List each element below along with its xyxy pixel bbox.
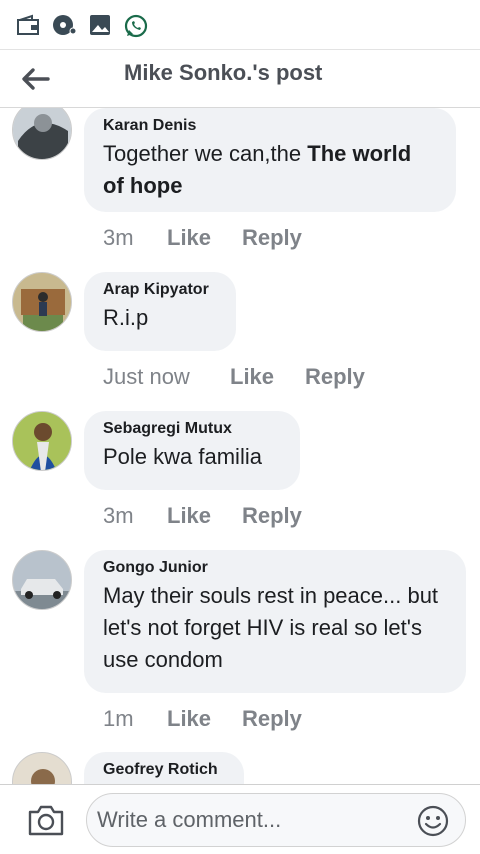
arrow-left-icon[interactable] [20, 66, 50, 92]
reply-button[interactable]: Reply [305, 364, 365, 390]
avatar[interactable] [12, 752, 72, 784]
comment-author[interactable]: Arap Kipyator [103, 280, 216, 300]
avatar[interactable] [12, 108, 72, 160]
comment-author[interactable]: Geofrey Rotich [103, 760, 224, 780]
wallet-icon [17, 14, 39, 35]
disc-icon [53, 15, 76, 35]
reply-button[interactable]: Reply [242, 706, 302, 732]
comment-text: May their souls rest in peace... but let… [103, 583, 439, 672]
comment-author[interactable]: Karan Denis [103, 116, 436, 136]
comment-input[interactable] [97, 802, 397, 838]
smiley-icon[interactable] [417, 805, 449, 837]
like-button[interactable]: Like [167, 503, 211, 529]
comment-input-box[interactable] [86, 793, 466, 847]
comment-time: 1m [103, 706, 134, 731]
comment-bubble[interactable]: Geofrey Rotich [84, 752, 244, 784]
status-bar [0, 0, 480, 50]
comment-time: Just now [103, 364, 190, 389]
comment-bubble[interactable]: Sebagregi Mutux Pole kwa familia [84, 411, 300, 490]
like-button[interactable]: Like [230, 364, 274, 390]
whatsapp-icon [124, 14, 148, 38]
avatar[interactable] [12, 550, 72, 610]
comment-author[interactable]: Gongo Junior [103, 558, 446, 578]
comment-time: 3m [103, 503, 134, 528]
avatar[interactable] [12, 272, 72, 332]
comment-time: 3m [103, 225, 134, 250]
comment-author[interactable]: Sebagregi Mutux [103, 419, 280, 439]
like-button[interactable]: Like [167, 225, 211, 251]
comment-bubble[interactable]: Arap Kipyator R.i.p [84, 272, 236, 351]
camera-icon[interactable] [27, 803, 65, 837]
comments-list: Karan Denis Together we can,the The worl… [0, 108, 480, 784]
reply-button[interactable]: Reply [242, 503, 302, 529]
comment-composer [0, 784, 480, 854]
like-button[interactable]: Like [167, 706, 211, 732]
page-title: Mike Sonko.'s post [124, 60, 323, 85]
gallery-icon [90, 15, 110, 35]
comment-text: Pole kwa familia [103, 444, 262, 469]
header: Mike Sonko.'s post [0, 50, 480, 108]
comment-bubble[interactable]: Karan Denis Together we can,the The worl… [84, 108, 456, 212]
comment-text: R.i.p [103, 305, 149, 330]
comment-text: Together we can,the The world of hope [103, 141, 412, 198]
avatar[interactable] [12, 411, 72, 471]
comment-bubble[interactable]: Gongo Junior May their souls rest in pea… [84, 550, 466, 693]
reply-button[interactable]: Reply [242, 225, 302, 251]
